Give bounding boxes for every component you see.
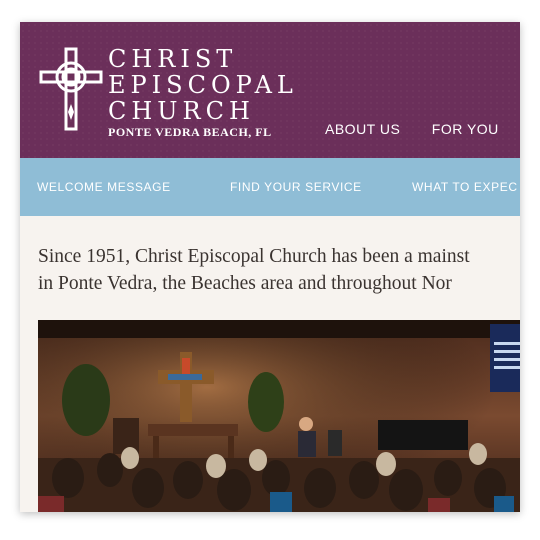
nav-for-you[interactable]: FOR YOU bbox=[432, 121, 499, 137]
church-logo-text[interactable]: CHRIST EPISCOPAL CHURCH PONTE VEDRA BEAC… bbox=[108, 46, 298, 140]
web-page: CHRIST EPISCOPAL CHURCH PONTE VEDRA BEAC… bbox=[20, 22, 520, 512]
logo-line-3: CHURCH bbox=[108, 97, 255, 125]
worship-service-photo bbox=[38, 320, 520, 512]
logo-location: PONTE VEDRA BEACH, FL bbox=[108, 125, 272, 139]
subnav-welcome-message[interactable]: WELCOME MESSAGE bbox=[37, 180, 171, 194]
intro-line-2: in Ponte Vedra, the Beaches area and thr… bbox=[38, 273, 452, 294]
intro-paragraph: Since 1951, Christ Episcopal Church has … bbox=[38, 243, 520, 297]
intro-line-1: Since 1951, Christ Episcopal Church has … bbox=[38, 246, 470, 267]
subnav-what-to-expect[interactable]: WHAT TO EXPEC bbox=[412, 180, 518, 194]
subnav-find-your-service[interactable]: FIND YOUR SERVICE bbox=[230, 180, 362, 194]
logo-line-2: EPISCOPAL bbox=[108, 71, 298, 99]
site-header: CHRIST EPISCOPAL CHURCH PONTE VEDRA BEAC… bbox=[20, 22, 520, 158]
nav-about-us[interactable]: ABOUT US bbox=[325, 121, 400, 137]
celtic-cross-icon[interactable] bbox=[38, 46, 104, 132]
secondary-nav: WELCOME MESSAGE FIND YOUR SERVICE WHAT T… bbox=[20, 158, 520, 216]
logo-line-1: CHRIST bbox=[108, 45, 238, 73]
primary-nav: ABOUT US FOR YOU bbox=[325, 121, 520, 139]
